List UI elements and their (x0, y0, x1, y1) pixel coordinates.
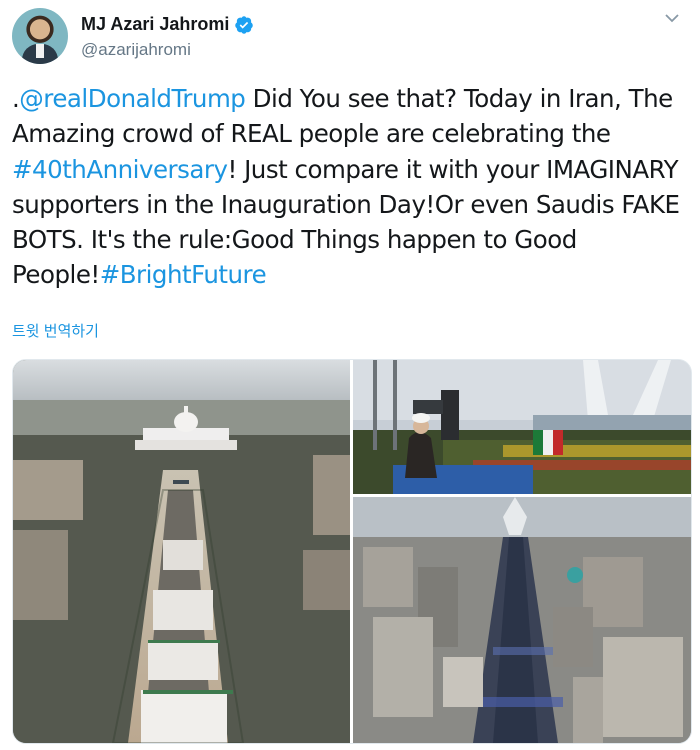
speaker-podium-rally-photo[interactable] (353, 360, 691, 494)
aerial-capitol-crowd-photo[interactable] (13, 360, 350, 743)
aerial-tehran-crowd-photo[interactable] (353, 497, 691, 743)
verified-badge-icon (235, 15, 254, 34)
hashtag-link[interactable]: #40thAnniversary (12, 155, 228, 184)
avatar-shirt (36, 44, 44, 58)
media-grid (12, 359, 692, 744)
hashtag-link[interactable]: #BrightFuture (100, 260, 267, 289)
tweet-text: .@realDonaldTrump Did You see that? Toda… (12, 81, 692, 293)
chevron-down-icon[interactable] (664, 10, 680, 26)
translate-tweet-link[interactable]: 트윗 번역하기 (12, 320, 99, 341)
author-name-row: MJ Azari Jahromi (81, 14, 254, 35)
author-avatar[interactable] (12, 8, 68, 64)
tweet-card: MJ Azari Jahromi @azarijahromi .@realDon… (0, 0, 700, 750)
mention-link[interactable]: @realDonaldTrump (19, 84, 246, 113)
author-handle[interactable]: @azarijahromi (81, 40, 191, 60)
author-name[interactable]: MJ Azari Jahromi (81, 14, 229, 35)
